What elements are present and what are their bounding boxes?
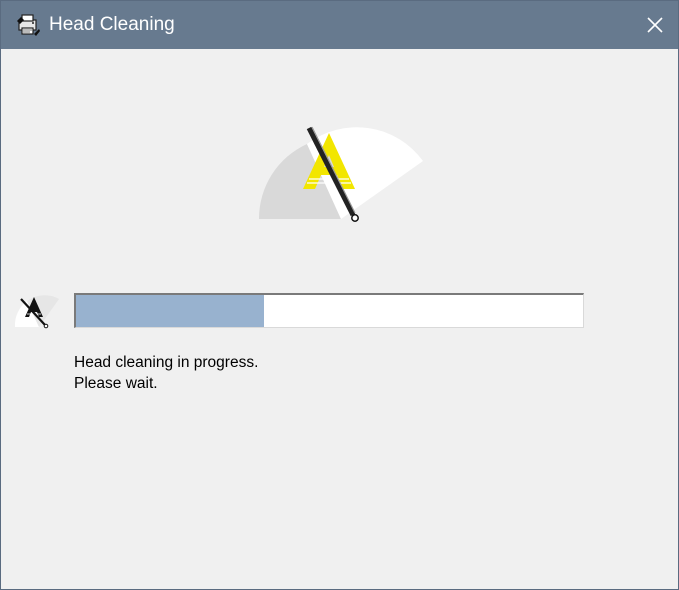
head-cleaning-icon bbox=[13, 291, 65, 333]
status-message: Head cleaning in progress. Please wait. bbox=[74, 352, 258, 394]
close-icon bbox=[646, 16, 664, 34]
window-title: Head Cleaning bbox=[49, 14, 175, 35]
wiper-gauge-icon bbox=[251, 119, 431, 229]
status-line-1: Head cleaning in progress. bbox=[74, 354, 259, 371]
progress-fill bbox=[76, 295, 264, 327]
title-bar[interactable]: Head Cleaning bbox=[1, 1, 678, 49]
dialog-body: Head cleaning in progress. Please wait. bbox=[1, 49, 678, 589]
head-cleaning-window: Head Cleaning Head cleaning in progress.… bbox=[0, 0, 679, 590]
close-button[interactable] bbox=[632, 1, 678, 49]
printer-icon bbox=[15, 12, 41, 38]
cleaning-progress-bar bbox=[74, 293, 584, 328]
status-line-2: Please wait. bbox=[74, 375, 158, 392]
